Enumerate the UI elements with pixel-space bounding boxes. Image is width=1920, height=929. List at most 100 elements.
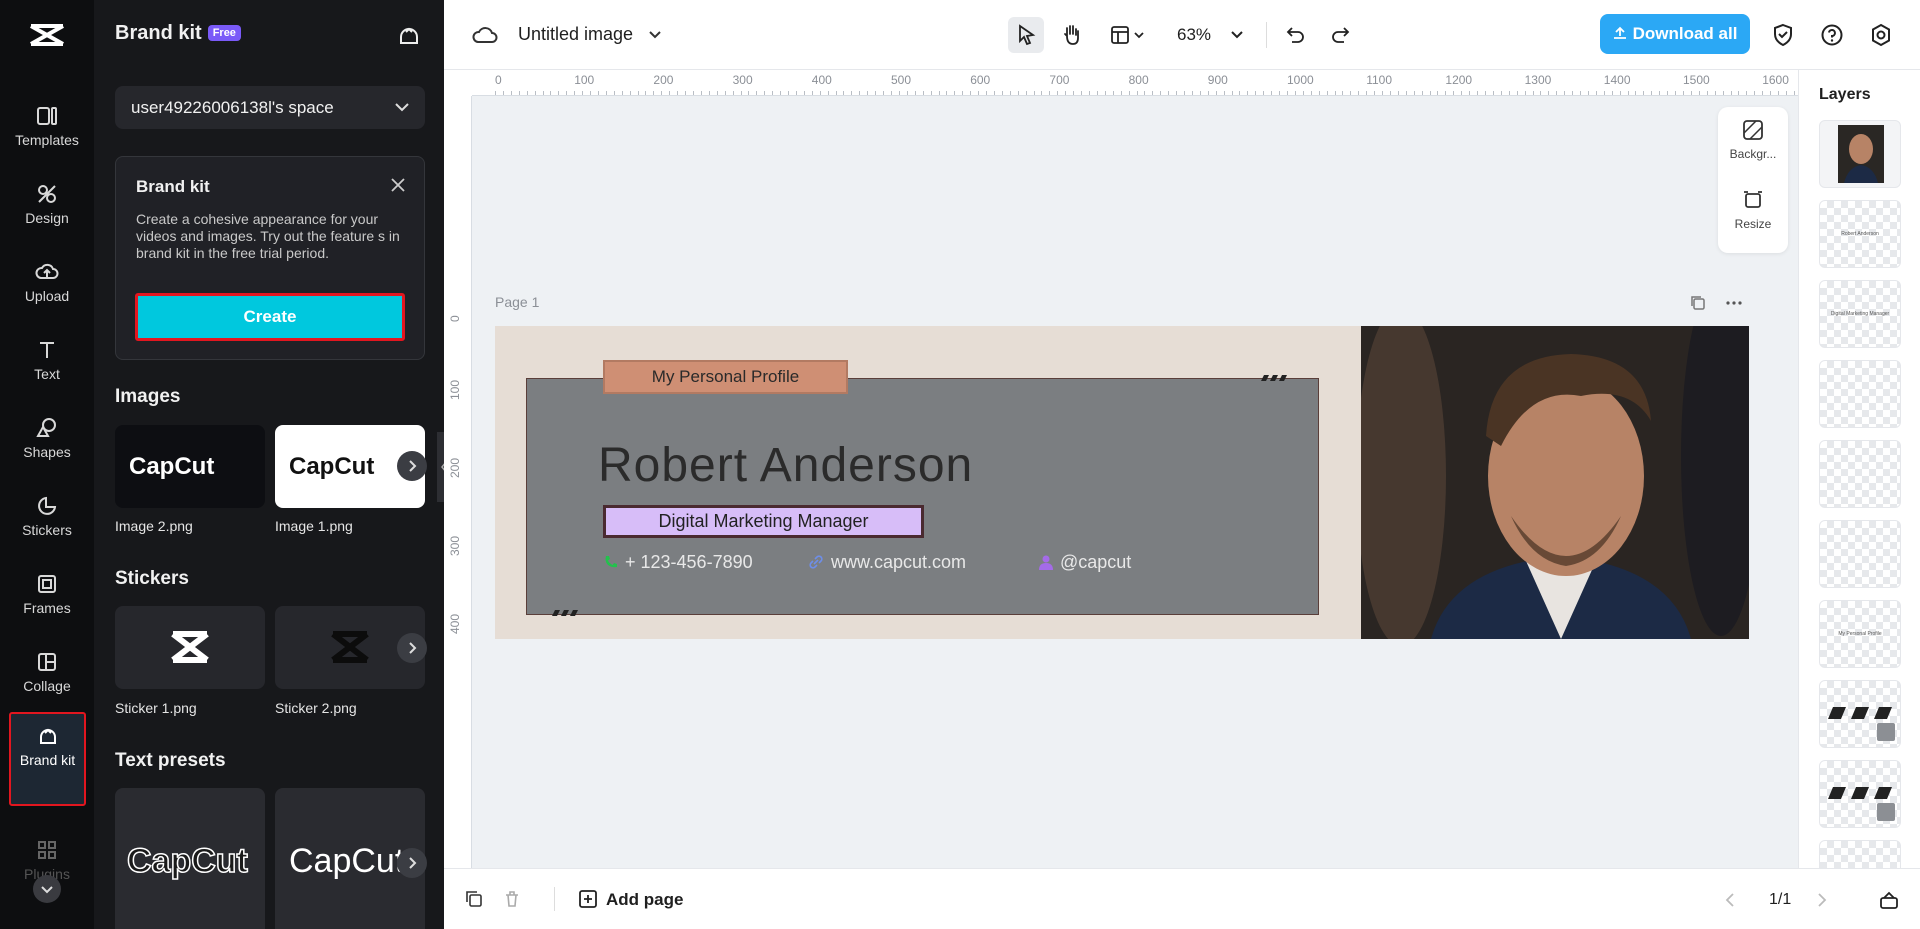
download-all-button[interactable]: Download all: [1600, 14, 1750, 54]
profile-card-shape[interactable]: [526, 378, 1319, 615]
rail-item-collage[interactable]: Collage: [0, 650, 94, 720]
ruler-tick: [621, 91, 623, 95]
rail-more-button[interactable]: [33, 875, 61, 903]
settings-icon[interactable]: [1868, 22, 1894, 48]
ruler-tick: [534, 91, 536, 95]
profile-tag[interactable]: My Personal Profile: [603, 360, 848, 394]
ruler-tick: [1445, 91, 1447, 95]
layer-item[interactable]: [1819, 360, 1901, 428]
redo-button[interactable]: [1323, 17, 1359, 53]
ruler-tick: [1302, 91, 1304, 95]
cloud-sync-icon[interactable]: [472, 24, 498, 46]
resize-tool-button[interactable]: Resize: [1718, 189, 1788, 231]
layer-item[interactable]: [1819, 520, 1901, 588]
ruler-tick: [1128, 91, 1130, 95]
images-next-button[interactable]: [397, 451, 427, 481]
profile-handle[interactable]: @capcut: [1038, 552, 1131, 573]
ruler-tick: [1627, 91, 1629, 95]
stripes-thumbnail: [1828, 787, 1895, 821]
rail-item-brand-kit[interactable]: Brand kit: [9, 712, 86, 806]
chevron-down-icon: [395, 103, 409, 112]
floating-tools: Backgr... Resize: [1718, 107, 1788, 253]
duplicate-icon[interactable]: [464, 889, 484, 909]
ruler-tick: [637, 91, 639, 95]
layer-item-stripes[interactable]: [1819, 680, 1901, 748]
rail-item-upload[interactable]: Upload: [0, 260, 94, 330]
stripes-thumbnail: [1828, 707, 1895, 741]
help-icon[interactable]: [1819, 22, 1845, 48]
ruler-tick: [1667, 91, 1669, 95]
ruler-tick: [1247, 91, 1249, 95]
rail-item-templates[interactable]: Templates: [0, 104, 94, 174]
stickers-next-button[interactable]: [397, 633, 427, 663]
trash-icon[interactable]: [502, 889, 522, 909]
ruler-tick: [1556, 91, 1558, 95]
ruler-tick: [605, 91, 607, 95]
rail-item-design[interactable]: Design: [0, 182, 94, 252]
layer-item[interactable]: [1819, 440, 1901, 508]
more-options-icon[interactable]: [1724, 294, 1744, 312]
layer-item[interactable]: Robert Anderson: [1819, 200, 1901, 268]
profile-photo[interactable]: [1356, 326, 1749, 639]
ruler-tick: [756, 91, 758, 95]
decorative-stripes-icon[interactable]: [550, 609, 580, 617]
collage-icon: [38, 653, 56, 671]
layout-tool-button[interactable]: [1104, 17, 1154, 53]
ruler-tick: [597, 91, 599, 95]
ruler-tick: [906, 91, 908, 95]
website-text: www.capcut.com: [831, 552, 967, 572]
space-selector[interactable]: user49226006138l's space: [115, 86, 425, 129]
text-preset-1[interactable]: CapCut: [115, 788, 265, 929]
create-button[interactable]: Create: [135, 293, 405, 341]
capcut-logo-icon[interactable]: [27, 20, 67, 50]
document-title[interactable]: Untitled image: [518, 24, 662, 45]
decorative-stripes-icon[interactable]: [1259, 374, 1289, 382]
profile-role[interactable]: Digital Marketing Manager: [603, 505, 924, 538]
rail-item-shapes[interactable]: Shapes: [0, 416, 94, 486]
layer-item[interactable]: My Personal Profile: [1819, 600, 1901, 668]
shield-icon[interactable]: [1770, 22, 1796, 48]
close-icon[interactable]: [390, 177, 406, 193]
text-presets-next-button[interactable]: [397, 848, 427, 878]
zoom-value: 63%: [1177, 25, 1212, 44]
expand-icon[interactable]: [1878, 889, 1900, 911]
rail-item-frames[interactable]: Frames: [0, 572, 94, 642]
zoom-level[interactable]: 63%: [1177, 25, 1244, 45]
layer-item[interactable]: Digital Marketing Manager: [1819, 280, 1901, 348]
profile-name[interactable]: Robert Anderson: [598, 438, 973, 493]
ruler-tick: [1421, 91, 1423, 95]
ruler-tick: [1690, 91, 1692, 95]
layer-item-photo[interactable]: [1819, 120, 1901, 188]
rail-item-stickers[interactable]: Stickers: [0, 494, 94, 564]
sticker-thumb-1[interactable]: [115, 606, 265, 689]
select-tool-button[interactable]: [1008, 17, 1044, 53]
background-tool-button[interactable]: Backgr...: [1718, 119, 1788, 161]
ruler-tick: [1326, 91, 1328, 95]
ruler-tick-label: 400: [811, 73, 832, 87]
duplicate-page-icon[interactable]: [1689, 294, 1707, 312]
chevron-right-icon[interactable]: [1814, 891, 1830, 909]
add-page-button[interactable]: Add page: [578, 889, 683, 910]
rail-item-text[interactable]: Text: [0, 338, 94, 408]
ruler-tick: [978, 91, 980, 95]
ruler-tick: [1057, 91, 1059, 95]
ruler-tick: [1580, 91, 1582, 95]
ruler-tick: [986, 91, 988, 95]
ruler-tick: [1485, 91, 1486, 95]
ruler-tick: [898, 91, 900, 95]
hand-tool-button[interactable]: [1054, 17, 1090, 53]
ruler-tick: [1255, 91, 1257, 95]
ruler-tick: [1651, 91, 1653, 95]
brand-kit-header-icon[interactable]: [397, 24, 421, 48]
plugins-icon: [38, 841, 56, 859]
image-thumb-1[interactable]: CapCut: [115, 425, 265, 508]
profile-website[interactable]: www.capcut.com: [807, 552, 966, 573]
chevron-left-icon[interactable]: [1722, 891, 1738, 909]
profile-phone[interactable]: + 123-456-7890: [603, 552, 753, 573]
undo-button[interactable]: [1277, 17, 1313, 53]
ruler-tick: [1643, 91, 1645, 95]
layer-item-stripes[interactable]: [1819, 760, 1901, 828]
ruler-tick: [1017, 91, 1019, 95]
design-canvas[interactable]: My Personal Profile Robert Anderson Digi…: [495, 326, 1749, 639]
rail-label: Collage: [23, 678, 71, 694]
